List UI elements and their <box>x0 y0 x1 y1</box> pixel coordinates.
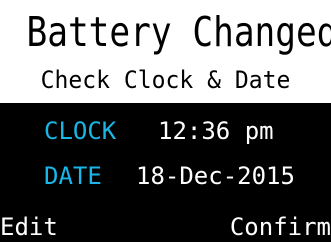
clock-row: CLOCK 12:36 pm <box>0 113 331 149</box>
clock-label: CLOCK <box>44 117 117 145</box>
page-subtitle: Check Clock & Date <box>40 66 291 94</box>
date-row: DATE 18-Dec-2015 <box>0 158 331 194</box>
date-value: 18-Dec-2015 <box>136 162 295 190</box>
confirm-softkey[interactable]: Confirm <box>230 212 331 242</box>
edit-softkey[interactable]: Edit <box>0 212 58 242</box>
clock-value: 12:36 pm <box>158 117 274 145</box>
device-screen: Battery Changed Check Clock & Date CLOCK… <box>0 0 331 242</box>
date-label: DATE <box>44 162 102 190</box>
page-title: Battery Changed <box>26 8 331 56</box>
header-panel: Battery Changed Check Clock & Date <box>0 0 331 103</box>
